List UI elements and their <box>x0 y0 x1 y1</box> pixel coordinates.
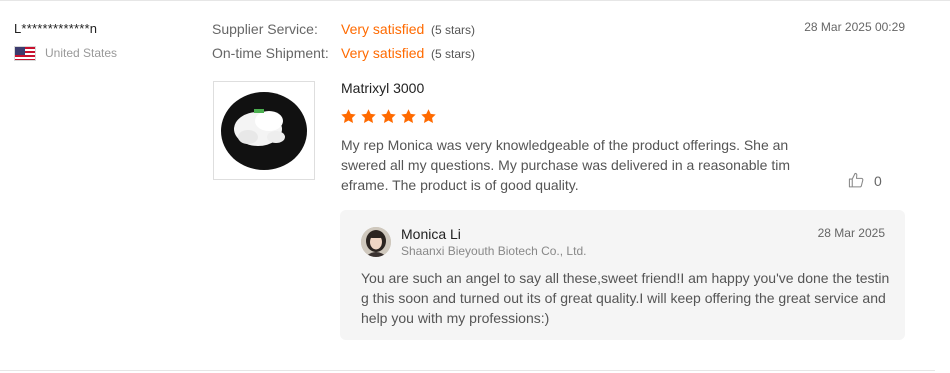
avatar <box>361 227 391 257</box>
review-text: My rep Monica was very knowledgeable of … <box>341 137 790 193</box>
like-count: 0 <box>874 172 882 189</box>
product-thumbnail[interactable] <box>213 81 315 180</box>
star-icon <box>361 109 376 124</box>
star-icon <box>341 109 356 124</box>
supplier-service-label: Supplier Service: <box>212 21 318 37</box>
supplier-service-stars: (5 stars) <box>431 23 476 37</box>
product-name[interactable]: Matrixyl 3000 <box>341 80 424 96</box>
bottom-divider <box>0 370 935 371</box>
reviewer-name: L*************n <box>14 21 98 36</box>
supplier-service-value: Very satisfied <box>341 21 425 37</box>
on-time-shipment-stars: (5 stars) <box>431 47 476 61</box>
review-date: 28 Mar 2025 00:29 <box>804 20 905 34</box>
supplier-reply: Monica Li Shaanxi Bieyouth Biotech Co., … <box>340 210 905 340</box>
star-icon <box>421 109 436 124</box>
star-icon <box>381 109 396 124</box>
reply-date: 28 Mar 2025 <box>817 226 885 240</box>
star-icon <box>401 109 416 124</box>
reply-text: You are such an angel to say all these,s… <box>361 270 890 326</box>
on-time-shipment-label: On-time Shipment: <box>212 45 329 61</box>
reviewer-country: United States <box>45 46 118 60</box>
like-button[interactable]: 0 <box>848 172 882 189</box>
reply-author: Monica Li <box>401 226 461 242</box>
thumbs-up-icon <box>848 172 864 188</box>
on-time-shipment-value: Very satisfied <box>341 45 425 61</box>
us-flag-icon <box>14 46 36 61</box>
product-star-rating <box>340 108 437 125</box>
reply-company: Shaanxi Bieyouth Biotech Co., Ltd. <box>401 244 587 258</box>
white-powder-product-image <box>214 82 314 179</box>
top-divider <box>0 0 950 1</box>
